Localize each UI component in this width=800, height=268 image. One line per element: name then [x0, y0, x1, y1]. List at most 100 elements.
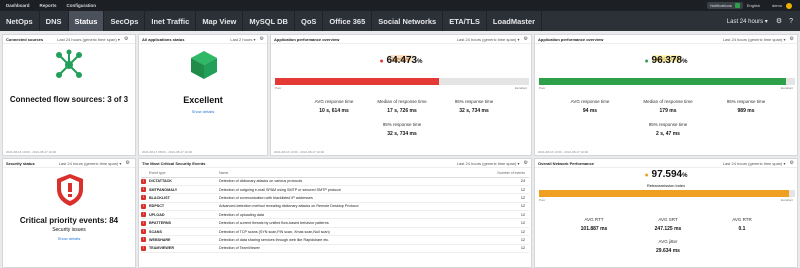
table-row[interactable]: ! DICTATTACK Detection of dictionary attac…: [141, 177, 529, 186]
alert-icon: !: [141, 244, 149, 254]
table-row[interactable]: ! SMTPANOMALY Detection of outgoing e-mail…: [141, 185, 529, 195]
column-header-count[interactable]: Number of events: [469, 170, 529, 178]
metric-value: 32 s, 734 ms: [459, 108, 489, 114]
gear-icon[interactable]: ⚙: [790, 160, 794, 166]
metric-label: Median of response time: [377, 99, 427, 104]
panel-range-label: Last 24 hours (generic time span): [722, 36, 783, 42]
panel-footer-range: 2021-08-17 08:00 - 2021-08-17 10:00: [142, 150, 193, 154]
menu-dashboard[interactable]: Dashboard: [6, 3, 30, 8]
panel-range-select[interactable]: Last 24 hours (generic time span) ▾: [59, 161, 122, 166]
gear-icon[interactable]: ⚙: [776, 17, 782, 25]
gear-icon[interactable]: ⚙: [260, 36, 264, 42]
event-type-cell: SCANS: [149, 227, 219, 237]
metric-value: 179 ms: [659, 108, 677, 114]
metric-avg-srt: AVG SRT 247.125 ms: [633, 217, 703, 232]
gear-icon[interactable]: ⚙: [790, 36, 794, 42]
show-details-link[interactable]: Show details: [139, 109, 267, 114]
panel-header: Application performance overview Last 24…: [271, 35, 531, 44]
metric-avg-response: AVG response time 94 ms: [557, 99, 623, 114]
table-row[interactable]: ! BLACKLIST Detection of communication wit…: [141, 193, 529, 203]
tab-social-networks[interactable]: Social Networks: [372, 11, 444, 31]
metric-label: Median of response time: [643, 99, 693, 104]
tab-inet-traffic[interactable]: Inet Traffic: [145, 11, 197, 31]
all-apps-status-panel: All applications status Last 2 hours ▾ ⚙…: [138, 34, 268, 156]
language-select[interactable]: English: [747, 3, 760, 8]
gear-icon[interactable]: ⚙: [124, 36, 128, 42]
app-score: ● 64.473%: [379, 55, 423, 66]
network-performance-panel: Overall Network Performance Last 24 hour…: [534, 158, 798, 268]
tab-secops[interactable]: SecOps: [104, 11, 146, 31]
bar-poor-label: Poor: [275, 86, 282, 90]
panel-range-select[interactable]: Last 24 hours (generic time span) ▾: [723, 161, 786, 166]
alert-icon: !: [141, 235, 149, 245]
column-header-name[interactable]: Name: [219, 170, 469, 178]
apps-status-headline: Excellent: [183, 95, 223, 105]
tab-eta-tls[interactable]: ETA/TLS: [443, 11, 487, 31]
app-score-value: 64.473: [386, 55, 418, 66]
dashboard-tabs: NetOps DNS Status SecOps Inet Traffic Ma…: [0, 11, 800, 31]
panel-range-select[interactable]: Last 24 hours (generic time span) ▾: [457, 37, 520, 42]
security-status-panel: Security status Last 24 hours (generic t…: [2, 158, 136, 268]
tab-mysql-db[interactable]: MySQL DB: [243, 11, 295, 31]
metric-label: AVG jitter: [658, 239, 678, 244]
user-name[interactable]: demo: [772, 3, 782, 8]
panel-range-select[interactable]: Last 24 hours (generic time span) ▾: [457, 161, 520, 166]
panel-title: Overall Network Performance: [538, 160, 595, 166]
tab-dns[interactable]: DNS: [40, 11, 69, 31]
gear-icon[interactable]: ⚙: [125, 160, 129, 166]
menu-reports[interactable]: Reports: [40, 3, 57, 8]
time-range-label: Last 24 hours: [726, 18, 764, 25]
app-score: ● 96.378%: [644, 55, 688, 66]
table-row[interactable]: ! SCANS Detection of TCP scans (SYN scan,F…: [141, 227, 529, 237]
panel-range-select[interactable]: Last 24 hours (generic time span) ▾: [57, 37, 120, 42]
event-name-cell: Detection of communication with blacklis…: [219, 193, 469, 203]
time-range-select[interactable]: Last 24 hours ▾: [727, 18, 768, 25]
table-row[interactable]: ! WEBSHARE Detection of data sharing servi…: [141, 235, 529, 245]
tab-netops[interactable]: NetOps: [0, 11, 40, 31]
menu-configuration[interactable]: Configuration: [67, 3, 97, 8]
gear-icon[interactable]: ⚙: [524, 160, 528, 166]
help-icon[interactable]: ?: [789, 18, 793, 25]
table-row[interactable]: ! BPATTERNS Detection of current threats b…: [141, 218, 529, 228]
bar-poor-label: Poor: [539, 198, 546, 202]
app-score-value: 96.378: [651, 55, 683, 66]
event-count-cell: 12: [469, 227, 529, 237]
gear-icon[interactable]: ⚙: [524, 36, 528, 42]
panel-range-label: Last 24 hours (generic time span): [58, 160, 119, 166]
metric-label: AVG response time: [314, 99, 354, 104]
metric-label: AVG RTR: [732, 217, 752, 222]
tab-loadmaster[interactable]: LoadMaster: [487, 11, 543, 31]
panel-range-select[interactable]: Last 24 hours (generic time span) ▾: [723, 37, 786, 42]
status-dot-icon: ●: [644, 172, 649, 179]
column-header-event-type[interactable]: Event type: [149, 170, 219, 178]
up-arrow-icon: ●: [644, 58, 649, 65]
table-row[interactable]: ! RDPSCT Advanced detection method reveali…: [141, 202, 529, 212]
tab-map-view[interactable]: Map View: [196, 11, 244, 31]
event-type-cell: DICTATTACK: [149, 177, 219, 186]
metric-95-response: 95% response time 32 s, 734 ms: [441, 99, 507, 114]
panel-title: Connected sources: [6, 36, 44, 42]
metric-label: 95% response time: [648, 122, 688, 127]
table-row[interactable]: ! UPLOAD Detection of uploading data 12: [141, 210, 529, 220]
panel-range-select[interactable]: Last 2 hours ▾: [230, 37, 255, 42]
metric-label: AVG RTT: [584, 217, 604, 222]
event-name-cell: Detection of TeamViewer: [219, 244, 469, 254]
tab-status[interactable]: Status: [68, 11, 105, 31]
table-row[interactable]: ! TEAMVIEWER Detection of TeamViewer 12: [141, 244, 529, 254]
metric-median-response: Median of response time 179 ms: [631, 99, 705, 114]
metric-label: AVG response time: [570, 99, 610, 104]
metric-value: 10 s, 614 ms: [319, 108, 349, 114]
user-icon[interactable]: [786, 2, 792, 9]
metric-value: 0.1: [738, 226, 746, 232]
critical-security-events-panel: The Most Critical Security Events Last 2…: [138, 158, 532, 268]
panel-header: Connected sources Last 24 hours (generic…: [3, 35, 135, 44]
panel-footer-range: 2021-08-16 10:00 - 2021-08-17 10:00: [538, 150, 589, 154]
panel-range-label: Last 24 hours (generic time span): [456, 160, 517, 166]
tab-qos[interactable]: QoS: [295, 11, 324, 31]
notifications-button[interactable]: Notifications: [707, 2, 743, 9]
score-bar: [539, 78, 795, 85]
event-type-cell: BLACKLIST: [149, 193, 219, 203]
show-details-link[interactable]: Show details: [3, 236, 135, 241]
metric-avg-jitter: AVG jitter 29.634 ms: [633, 239, 703, 254]
tab-office-365[interactable]: Office 365: [323, 11, 373, 31]
